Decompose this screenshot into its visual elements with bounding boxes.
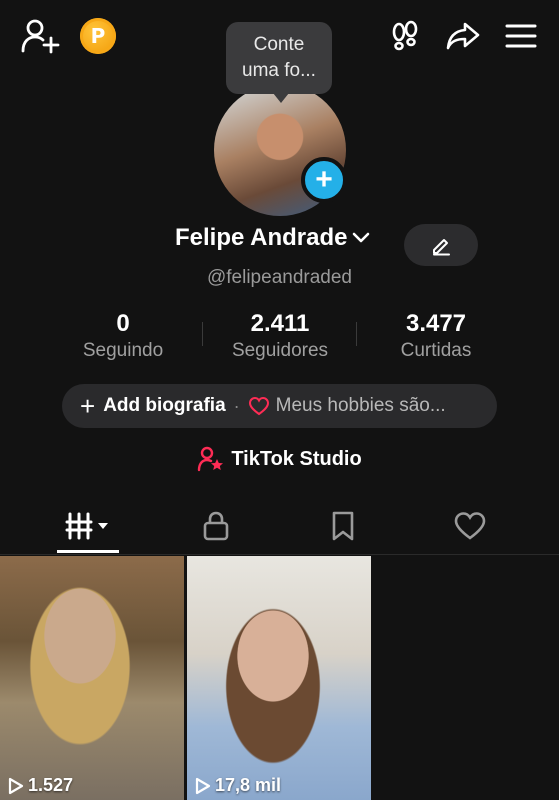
coin-icon: P <box>90 24 106 48</box>
play-icon <box>195 777 211 794</box>
top-bar-left: P <box>20 18 116 54</box>
video-grid: 1.527 17,8 mil <box>0 556 559 800</box>
menu-icon <box>505 24 537 48</box>
add-story-button[interactable]: + <box>301 157 347 203</box>
stat-value: 0 <box>116 310 130 337</box>
bookmark-icon <box>332 511 354 541</box>
tab-liked[interactable] <box>400 498 540 554</box>
lock-icon <box>203 511 229 541</box>
view-count-label: 17,8 mil <box>215 775 282 795</box>
tooltip-line-1: Conte <box>253 34 305 55</box>
chevron-down-icon <box>351 231 371 245</box>
active-tab-indicator <box>57 550 119 553</box>
studio-label: TikTok Studio <box>231 447 362 470</box>
plus-icon: + <box>80 391 96 421</box>
edit-icon <box>433 239 450 256</box>
tiktok-studio-button[interactable]: TikTok Studio <box>0 446 559 472</box>
coin-button[interactable]: P <box>80 18 116 54</box>
view-count: 1.527 <box>8 775 73 796</box>
stat-value: 3.477 <box>405 310 467 337</box>
liked-heart-icon <box>454 512 486 540</box>
add-friend-icon <box>21 19 60 54</box>
stats-row: 0 Seguindo 2.411 Seguidores 3.477 Curtid… <box>0 310 559 366</box>
top-bar-right <box>389 20 537 52</box>
divider <box>356 322 357 346</box>
divider <box>202 322 203 346</box>
share-icon <box>446 22 480 50</box>
studio-icon <box>198 446 224 472</box>
tab-videos[interactable] <box>20 498 160 554</box>
tooltip-bubble[interactable]: Conte uma fo... <box>226 22 332 103</box>
play-icon <box>8 777 24 794</box>
share-button[interactable] <box>445 21 481 51</box>
stat-label: Curtidas <box>400 340 472 361</box>
stat-label: Seguindo <box>82 340 164 361</box>
view-count: 17,8 mil <box>195 775 281 796</box>
add-bio-button[interactable]: + Add biografia <box>80 393 226 419</box>
video-thumbnail[interactable]: 17,8 mil <box>187 556 371 800</box>
tab-private[interactable] <box>146 498 286 554</box>
stat-value: 2.411 <box>250 310 310 337</box>
videos-tab-icon <box>65 512 108 540</box>
bio-separator: · <box>233 395 240 416</box>
content-tabs <box>0 498 559 555</box>
bio-pill[interactable]: + Add biografia · Meus hobbies são... <box>62 384 497 428</box>
menu-button[interactable] <box>505 23 537 49</box>
add-friend-button[interactable] <box>20 18 60 54</box>
profile-name: Felipe Andrade <box>175 224 348 251</box>
video-thumbnail[interactable]: 1.527 <box>0 556 184 800</box>
profile-views-button[interactable] <box>389 20 421 52</box>
hobbies-button[interactable]: Meus hobbies são... <box>248 395 446 417</box>
tooltip-line-2: uma fo... <box>242 60 316 81</box>
stat-following[interactable]: 0 Seguindo <box>58 310 188 364</box>
tab-saved[interactable] <box>273 498 413 554</box>
footprints-icon <box>392 20 418 51</box>
hobbies-label: Meus hobbies são... <box>275 395 446 416</box>
add-bio-label: Add biografia <box>103 395 226 416</box>
account-switcher[interactable]: Felipe Andrade <box>175 224 371 252</box>
profile-screen: P + Conte uma fo... Felipe Andrade @feli… <box>0 0 559 800</box>
stat-label: Seguidores <box>231 340 329 361</box>
heart-icon <box>248 396 269 416</box>
view-count-label: 1.527 <box>28 775 74 795</box>
stat-likes[interactable]: 3.477 Curtidas <box>372 310 500 364</box>
edit-profile-button[interactable] <box>404 224 478 266</box>
username: @felipeandraded <box>206 267 352 288</box>
stat-followers[interactable]: 2.411 Seguidores <box>214 310 346 364</box>
